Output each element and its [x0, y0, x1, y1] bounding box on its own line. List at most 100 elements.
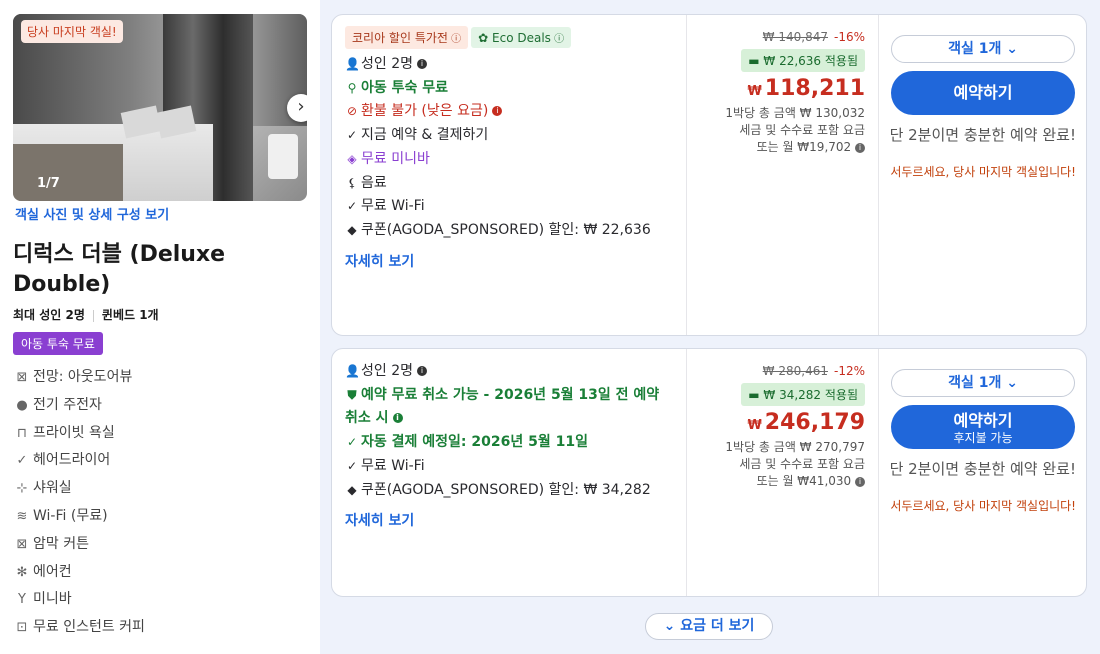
amenity-item: ⊓ 프라이빗 욕실	[15, 423, 145, 451]
amenity-item: ✻ 에어컨	[15, 562, 145, 590]
details-link[interactable]: 자세히 보기	[345, 251, 673, 271]
amenity-label: 샤워실	[33, 480, 72, 497]
amenity-item: ⊡ 무료 인스턴트 커피	[15, 617, 145, 645]
check-icon: ✓	[346, 435, 358, 450]
room-count-select[interactable]: 객실 1개 ⌄	[891, 35, 1075, 63]
amenity-label: 미니바	[33, 591, 72, 608]
info-icon[interactable]: i	[417, 59, 427, 69]
offer-tags: 코리아 할인 특가전 ⓘ ✿ Eco Deals ⓘ	[345, 26, 673, 49]
amenity-item: ● 전기 주전자	[15, 395, 145, 423]
amenity-label: Wi-Fi (무료)	[33, 507, 108, 524]
amenity-label: 전기 주전자	[33, 396, 102, 413]
chevron-right-icon: ›	[297, 96, 305, 117]
offer-feature: ◈ 무료 미니바	[345, 148, 673, 172]
amenity-item: ≋ Wi-Fi (무료)	[15, 506, 145, 534]
amenity-item: ⊠ 전망: 아웃도어뷰	[15, 367, 145, 395]
room-count-select[interactable]: 객실 1개 ⌄	[891, 369, 1075, 397]
amenity-item: ⊹ 샤워실	[15, 478, 145, 506]
original-price: ₩ 280,461 -12%	[762, 364, 865, 378]
electric-kettle-icon: ●	[16, 397, 28, 413]
offer-feature: ✓ 무료 Wi-Fi	[345, 455, 673, 479]
amenity-item: ⊠ 암막 커튼	[15, 534, 145, 562]
info-icon[interactable]: i	[492, 106, 503, 117]
child-icon: ⚲	[347, 80, 357, 95]
max-guests: 최대 성인 2명	[13, 308, 85, 322]
amenity-item: Y 미니바	[15, 589, 145, 617]
check-icon: ✓	[346, 199, 358, 214]
final-price: ₩246,179	[747, 410, 865, 435]
amenity-label: 헤어드라이어	[33, 452, 111, 469]
amenity-label: 무료 인스턴트 커피	[33, 619, 145, 636]
room-title: 디럭스 더블 (Deluxe Double)	[13, 242, 226, 297]
amenity-label: 암막 커튼	[33, 535, 89, 552]
details-link[interactable]: 자세히 보기	[345, 510, 673, 530]
offer-price: ₩ 280,461 -12% ▬ ₩ 34,282 적용됨 ₩246,179 1박…	[686, 349, 878, 596]
eco-deals-tag[interactable]: ✿ Eco Deals ⓘ	[471, 27, 572, 48]
check-icon: ✓	[346, 458, 358, 473]
offer-feature: ◆ 쿠폰(AGODA_SPONSORED) 할인: ₩ 22,636	[345, 219, 673, 243]
offer-card: 👤성인 2명 i ⛊ 예약 무료 취소 가능 - 2026년 5월 13일 전 예약 …	[331, 348, 1087, 597]
ticket-icon: ▬	[748, 54, 764, 68]
coffee-icon: ⊡	[16, 620, 28, 636]
amenity-list: ⊠ 전망: 아웃도어뷰 ● 전기 주전자 ⊓ 프라이빗 욕실 ✓ 헤어드라이어 ⊹ 샤워실 ≋ Wi-…	[15, 367, 145, 645]
no-refund-icon: ⊘	[346, 104, 358, 119]
last-room-warning: 서두르세요, 당사 마지막 객실입니다!	[890, 165, 1076, 179]
urgency-message: 단 2분이면 충분한 예약 완료!	[889, 460, 1076, 478]
info-icon[interactable]: i	[417, 366, 427, 376]
offer-price: ₩ 140,847 -16% ▬ ₩ 22,636 적용됨 ₩118,211 1박…	[686, 15, 878, 335]
price-breakdown: 1박당 총 금액 ₩ 130,032 세금 및 수수료 포함 요금 또는 월 ₩…	[725, 106, 865, 154]
final-price: ₩118,211	[747, 76, 865, 101]
gem-icon: ◈	[347, 151, 357, 166]
kids-free-badge: 아동 투숙 무료	[13, 332, 103, 355]
amenity-label: 프라이빗 욕실	[33, 424, 115, 441]
shower-icon: ⊹	[16, 481, 28, 497]
view-icon: ⊠	[16, 370, 28, 385]
offer-features: 코리아 할인 특가전 ⓘ ✿ Eco Deals ⓘ 👤성인 2명 i ⚲ 아동 투숙 …	[332, 15, 686, 335]
room-photo[interactable]: 당사 마지막 객실! 1/7 ›	[13, 14, 307, 201]
curtain-icon: ⊠	[16, 536, 28, 552]
chevron-down-icon: ⌄	[1006, 375, 1018, 391]
room-info-panel: 당사 마지막 객실! 1/7 › 객실 사진 및 상세 구성 보기 디럭스 더블…	[0, 0, 320, 654]
room-specs: 최대 성인 2명 퀸베드 1개	[13, 306, 159, 323]
offer-booking: 객실 1개 ⌄ 예약하기 후지불 가능 단 2분이면 충분한 예약 완료! 서두르…	[878, 349, 1086, 596]
coupon-icon: ◆	[347, 482, 357, 497]
check-icon: ✓	[16, 453, 28, 469]
room-photos-link[interactable]: 객실 사진 및 상세 구성 보기	[15, 204, 169, 223]
coupon-icon: ◆	[347, 222, 357, 237]
amenity-label: 전망: 아웃도어뷰	[33, 369, 133, 385]
offer-feature: ✓ 지금 예약 & 결제하기	[345, 124, 673, 148]
offer-feature: ✓ 무료 Wi-Fi	[345, 195, 673, 219]
last-room-warning: 서두르세요, 당사 마지막 객실입니다!	[890, 499, 1076, 513]
offer-feature: ⊘ 환불 불가 (낮은 요금) i	[345, 100, 673, 124]
drink-icon: ⚸	[347, 175, 357, 190]
book-button[interactable]: 예약하기 후지불 가능	[891, 405, 1075, 449]
info-icon[interactable]: i	[855, 476, 865, 487]
info-icon[interactable]: i	[855, 142, 865, 153]
aircon-icon: ✻	[16, 564, 28, 580]
wifi-icon: ≋	[16, 508, 28, 524]
person-icon: 👤	[345, 364, 360, 378]
check-icon: ✓	[346, 128, 358, 143]
offer-feature: 👤성인 2명 i	[345, 53, 673, 77]
original-price: ₩ 140,847 -16%	[762, 30, 865, 44]
coupon-applied-badge: ▬ ₩ 22,636 적용됨	[741, 49, 865, 72]
offer-feature: ◆ 쿠폰(AGODA_SPONSORED) 할인: ₩ 34,282	[345, 479, 673, 503]
offer-feature: ⚲ 아동 투숙 무료	[345, 77, 673, 101]
sale-tag[interactable]: 코리아 할인 특가전 ⓘ	[345, 26, 469, 49]
offer-features: 👤성인 2명 i ⛊ 예약 무료 취소 가능 - 2026년 5월 13일 전 예약 …	[332, 349, 686, 596]
offer-booking: 객실 1개 ⌄ 예약하기 단 2분이면 충분한 예약 완료! 서두르세요, 당사…	[878, 15, 1086, 335]
amenity-item: ✓ 헤어드라이어	[15, 450, 145, 478]
next-photo-button[interactable]: ›	[287, 94, 307, 122]
info-icon: ⓘ	[550, 34, 565, 45]
info-icon[interactable]: i	[392, 413, 403, 424]
bathtub-icon: ⊓	[16, 425, 28, 441]
ticket-icon: ▬	[748, 388, 764, 402]
person-icon: 👤	[345, 57, 360, 71]
more-rates-button[interactable]: ⌄ 요금 더 보기	[645, 613, 773, 640]
info-icon: ⓘ	[447, 34, 462, 45]
price-breakdown: 1박당 총 금액 ₩ 270,797 세금 및 수수료 포함 요금 또는 월 ₩…	[725, 440, 865, 488]
minibar-icon: Y	[18, 592, 26, 608]
amenity-label: 에어컨	[33, 563, 72, 580]
book-button[interactable]: 예약하기	[891, 71, 1075, 115]
shield-check-icon: ⛊	[347, 387, 357, 402]
